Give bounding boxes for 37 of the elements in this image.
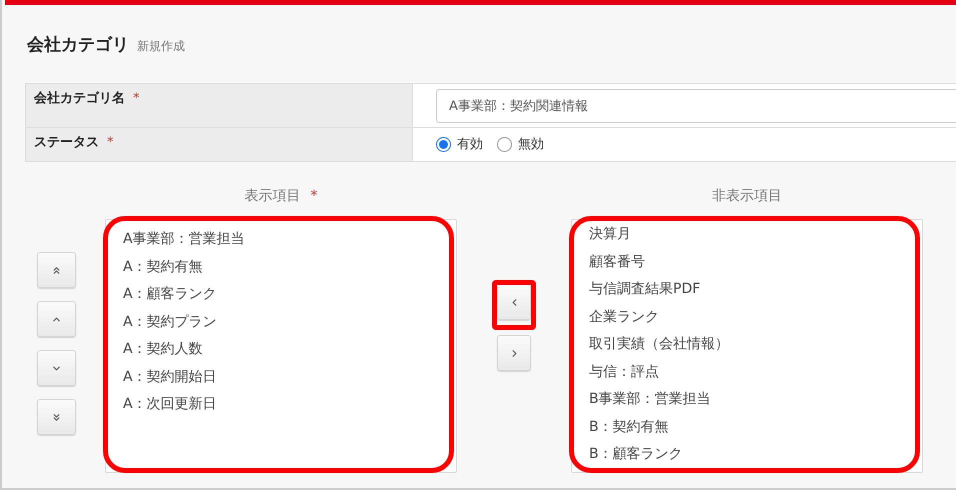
double-chevron-down-icon [51, 412, 62, 422]
move-button[interactable] [37, 350, 76, 386]
list-item[interactable]: A：契約開始日 [123, 364, 217, 391]
radio-checked-icon [436, 137, 451, 152]
list-item[interactable]: A：契約プラン [123, 308, 217, 336]
list-item[interactable]: A：次回更新日 [123, 391, 217, 418]
page-subtitle: 新規作成 [137, 38, 185, 55]
required-mark: * [310, 186, 318, 206]
list-item[interactable]: 取引実績（会社情報） [589, 331, 729, 358]
list-item[interactable]: A：契約人数 [123, 336, 203, 364]
move-button[interactable] [37, 301, 76, 337]
list-item[interactable]: B：顧客ランク [589, 441, 683, 468]
list-title: 非表示項目 [712, 186, 782, 206]
list-item[interactable]: 与信調査結果PDF [589, 276, 700, 304]
page-title: 会社カテゴリ [27, 34, 129, 57]
required-mark: * [107, 134, 114, 152]
list-item[interactable]: 決算月 [589, 221, 631, 248]
list-item[interactable]: 企業ランク [589, 304, 659, 331]
list-item[interactable]: B：契約有無 [589, 414, 669, 441]
radio-unchecked-icon [497, 137, 512, 152]
list-item[interactable]: A：顧客ランク [123, 281, 217, 308]
list-item[interactable]: 顧客番号 [589, 248, 645, 276]
field-label: 会社カテゴリ名 [34, 90, 125, 108]
status-radio[interactable]: 無効 [497, 134, 544, 154]
list-item[interactable]: A：契約有無 [123, 254, 203, 281]
double-chevron-up-icon [51, 264, 62, 276]
field-label: ステータス [34, 134, 99, 152]
status-radio[interactable]: 有効 [436, 134, 483, 154]
list-item[interactable]: 与信：評点 [589, 358, 659, 386]
move-button[interactable] [37, 399, 76, 435]
list-title: 表示項目 [244, 186, 300, 206]
transfer-button[interactable] [497, 284, 531, 320]
move-button[interactable] [37, 252, 76, 288]
list-item[interactable]: A事業部：営業担当 [123, 226, 245, 254]
category-name-field[interactable]: A事業部：契約関連情報 [436, 88, 956, 122]
required-mark: * [133, 90, 140, 108]
list-item[interactable]: B事業部：営業担当 [589, 386, 711, 414]
